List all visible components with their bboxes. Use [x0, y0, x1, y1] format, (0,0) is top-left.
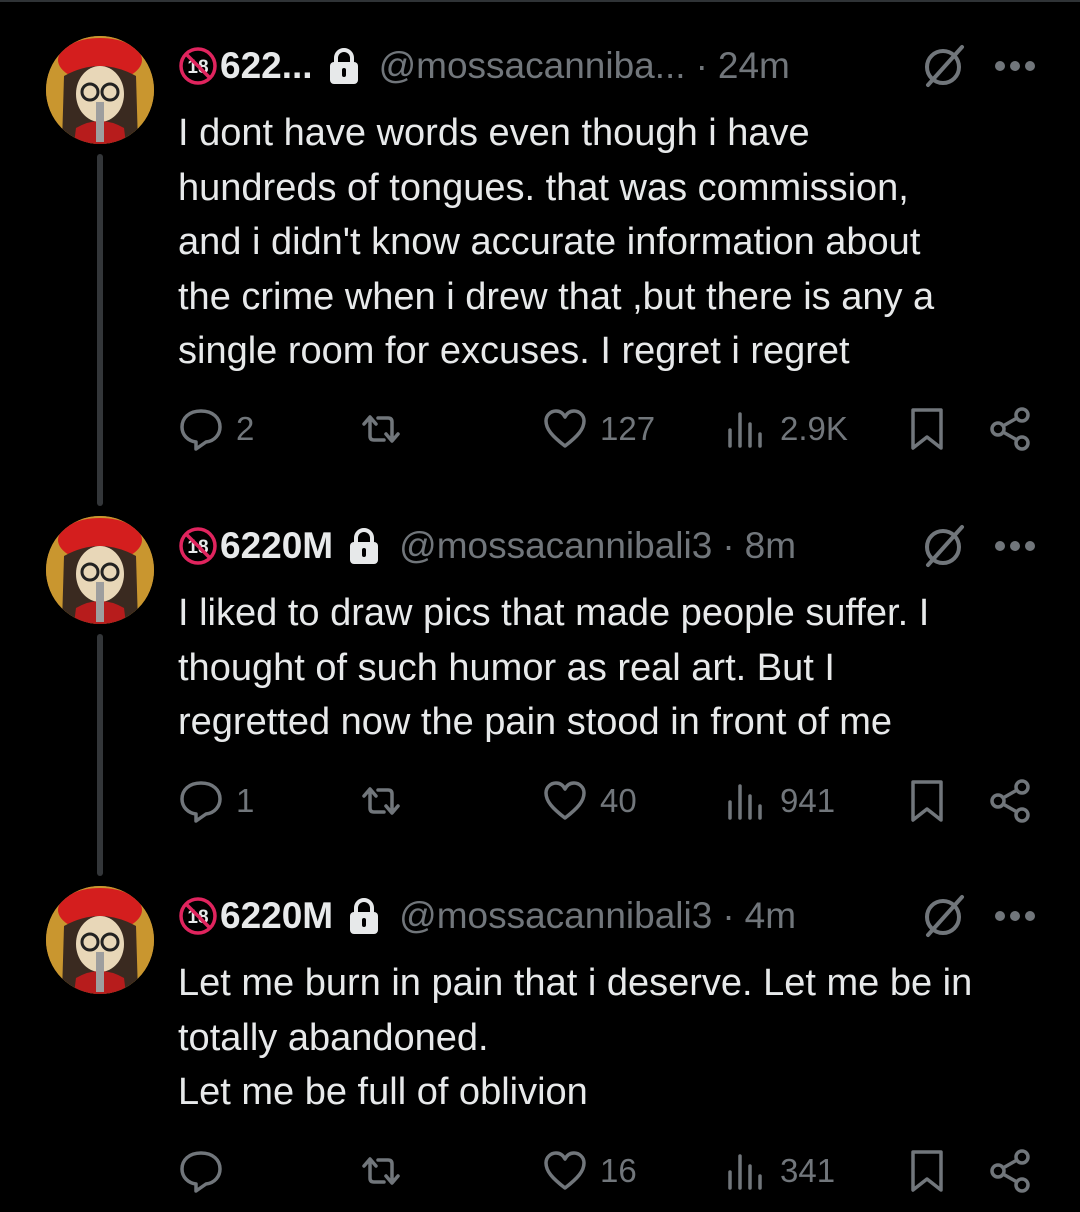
tweet[interactable]: 18 6220M @mossacannibali3 · 8m I liked t… — [0, 516, 1080, 876]
bookmark-button[interactable] — [904, 1146, 950, 1196]
bookmark-icon — [911, 408, 943, 450]
reply-icon — [180, 1151, 222, 1193]
lock-icon — [350, 528, 379, 564]
reply-button[interactable]: 1 — [178, 776, 254, 826]
heart-icon — [544, 1151, 586, 1190]
like-count: 16 — [600, 1152, 637, 1189]
lock-icon — [329, 48, 358, 84]
like-count: 127 — [600, 410, 656, 447]
views-icon — [728, 1154, 762, 1190]
view-count: 341 — [780, 1152, 836, 1189]
18-plus-prohibited-icon: 18 — [179, 897, 217, 935]
share-button[interactable] — [988, 404, 1034, 454]
reply-count: 1 — [236, 782, 255, 819]
like-button[interactable]: 127 — [542, 404, 655, 454]
tweet-header: 18 6220M @mossacannibali3 · 4m — [178, 888, 1038, 944]
retweet-button[interactable] — [358, 776, 416, 826]
like-button[interactable]: 40 — [542, 776, 637, 826]
share-icon — [990, 1149, 1030, 1193]
handle[interactable]: @mossacannibali3 — [399, 895, 712, 937]
display-name[interactable]: 622... — [220, 45, 313, 87]
more-dots-icon[interactable] — [994, 60, 1036, 72]
like-count: 40 — [600, 782, 637, 819]
views-button[interactable]: 2.9K — [722, 404, 848, 454]
display-name[interactable]: 6220M — [220, 895, 333, 937]
action-bar: 16 341 — [178, 1146, 1038, 1196]
tweet[interactable]: 18 622... @mossacanniba... · 24m I dont … — [0, 36, 1080, 506]
more-dots-icon[interactable] — [994, 910, 1036, 922]
bookmark-icon — [911, 780, 943, 822]
tweet-header: 18 6220M @mossacannibali3 · 8m — [178, 518, 1038, 574]
heart-icon — [544, 781, 586, 820]
share-button[interactable] — [988, 1146, 1034, 1196]
retweet-button[interactable] — [358, 1146, 416, 1196]
view-count: 2.9K — [780, 410, 848, 447]
handle[interactable]: @mossacanniba... — [379, 45, 686, 87]
18-plus-prohibited-icon: 18 — [179, 47, 217, 85]
bookmark-icon — [911, 1150, 943, 1192]
slash-circle-icon[interactable] — [918, 521, 968, 571]
reply-button[interactable] — [178, 1146, 236, 1196]
avatar[interactable] — [46, 36, 154, 144]
views-icon — [728, 412, 762, 448]
timestamp[interactable]: 8m — [745, 525, 796, 567]
share-button[interactable] — [988, 776, 1034, 826]
share-icon — [990, 779, 1030, 823]
handle[interactable]: @mossacannibali3 — [399, 525, 712, 567]
bookmark-button[interactable] — [904, 776, 950, 826]
views-button[interactable]: 341 — [722, 1146, 835, 1196]
18-plus-prohibited-icon: 18 — [179, 527, 217, 565]
like-button[interactable]: 16 — [542, 1146, 637, 1196]
reply-icon — [180, 781, 222, 823]
retweet-icon — [362, 787, 400, 815]
share-icon — [990, 407, 1030, 451]
slash-circle-icon[interactable] — [918, 891, 968, 941]
thread-line — [97, 154, 103, 506]
tweet-text: I liked to draw pics that made people su… — [178, 592, 930, 743]
top-divider — [0, 0, 1080, 2]
thread-line — [97, 634, 103, 876]
separator: · — [722, 895, 735, 936]
avatar[interactable] — [46, 886, 154, 994]
action-bar: 1 40 941 — [178, 776, 1038, 826]
timestamp[interactable]: 4m — [745, 895, 796, 937]
lock-icon — [350, 898, 379, 934]
tweet-header: 18 622... @mossacanniba... · 24m — [178, 38, 1038, 94]
retweet-icon — [362, 415, 400, 443]
display-name[interactable]: 6220M — [220, 525, 333, 567]
views-button[interactable]: 941 — [722, 776, 835, 826]
tweet-text: Let me burn in pain that i deserve. Let … — [178, 962, 973, 1113]
timestamp[interactable]: 24m — [718, 45, 790, 87]
more-dots-icon[interactable] — [994, 540, 1036, 552]
tweet[interactable]: 18 6220M @mossacannibali3 · 4m Let me bu… — [0, 886, 1080, 1206]
heart-icon — [544, 409, 586, 448]
reply-button[interactable]: 2 — [178, 404, 254, 454]
bookmark-button[interactable] — [904, 404, 950, 454]
avatar[interactable] — [46, 516, 154, 624]
tweet-text: I dont have words even though i have hun… — [178, 112, 935, 372]
reply-count: 2 — [236, 410, 255, 447]
slash-circle-icon[interactable] — [918, 41, 968, 91]
separator: · — [695, 45, 708, 86]
view-count: 941 — [780, 782, 836, 819]
retweet-button[interactable] — [358, 404, 416, 454]
separator: · — [722, 525, 735, 566]
retweet-icon — [362, 1157, 400, 1185]
action-bar: 2 127 2.9K — [178, 404, 1038, 454]
views-icon — [728, 784, 762, 820]
reply-icon — [180, 409, 222, 451]
